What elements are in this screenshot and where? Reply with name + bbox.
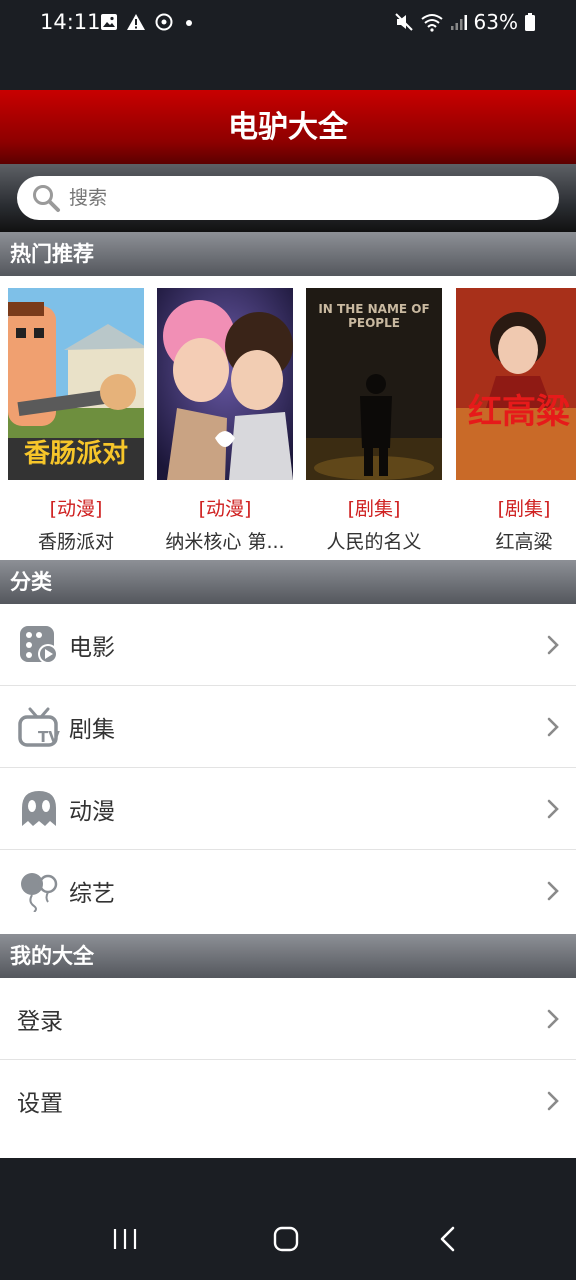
app-title-bar: 电驴大全: [0, 90, 576, 164]
login-item[interactable]: 登录: [0, 978, 576, 1060]
chevron-right-icon: [547, 1009, 559, 1029]
category-item-variety[interactable]: 综艺: [0, 850, 576, 932]
search-input[interactable]: [69, 187, 509, 209]
category-item-anime[interactable]: 动漫: [0, 768, 576, 850]
ghost-icon: [17, 787, 61, 831]
chevron-right-icon: [547, 717, 559, 737]
mine-list: 登录 设置: [0, 978, 576, 1142]
chevron-right-icon: [547, 1091, 559, 1111]
status-notification-icons: [100, 12, 196, 32]
category-label: 动漫: [69, 798, 115, 825]
wifi-icon: [420, 14, 443, 32]
status-time: 14:11: [40, 10, 101, 34]
poster-title-text: 红高粱: [468, 392, 570, 432]
hot-item-name: 红高粱: [495, 531, 553, 553]
poster-image: [157, 288, 293, 480]
search-box[interactable]: [17, 176, 559, 220]
battery-icon: [525, 13, 535, 31]
section-header-mine: 我的大全: [0, 934, 576, 978]
hot-item-type: [剧集]: [497, 498, 551, 520]
hot-item[interactable]: IN THE NAME OF PEOPLE [剧集] 人民的名义: [306, 288, 442, 554]
category-item-movie[interactable]: 电影: [0, 604, 576, 686]
poster-image: 香肠派对: [8, 288, 144, 480]
status-bar: 14:11 63%: [0, 0, 576, 48]
hot-recommend-row[interactable]: 香肠派对 [动漫] 香肠派对 [动漫] 纳米核心 第... IN THE NAM…: [0, 276, 576, 560]
settings-label: 设置: [17, 1091, 63, 1117]
status-spacer: [0, 48, 576, 90]
balloon-icon: [17, 869, 61, 913]
login-label: 登录: [17, 1008, 63, 1035]
mute-icon: [394, 13, 413, 31]
hot-item-type: [动漫]: [198, 498, 252, 520]
chevron-right-icon: [547, 881, 559, 901]
hot-item-name: 香肠派对: [37, 531, 114, 553]
hot-item[interactable]: 香肠派对 [动漫] 香肠派对: [8, 288, 144, 554]
recent-apps-icon[interactable]: [112, 1226, 138, 1252]
settings-item[interactable]: 设置: [0, 1060, 576, 1142]
chevron-right-icon: [547, 799, 559, 819]
category-item-series[interactable]: TV 剧集: [0, 686, 576, 768]
image-icon: [101, 14, 117, 30]
hot-item-type: [动漫]: [49, 498, 103, 520]
system-nav-bar: [0, 1158, 576, 1280]
dot-icon: [186, 20, 192, 26]
search-icon: [33, 185, 60, 212]
hot-item-name: 纳米核心 第...: [165, 531, 285, 553]
warning-icon: [127, 14, 145, 30]
category-label: 综艺: [69, 881, 115, 907]
hot-item-type: [剧集]: [347, 498, 401, 520]
status-system-icons: 63%: [394, 10, 536, 34]
hot-item-name: 人民的名义: [326, 531, 422, 553]
section-header-category: 分类: [0, 560, 576, 604]
home-icon[interactable]: [273, 1226, 299, 1252]
poster-title-text: 香肠派对: [23, 439, 128, 469]
poster-title-text: IN THE NAME OF PEOPLE: [318, 302, 430, 330]
category-label: 剧集: [69, 716, 115, 743]
poster-image: 红高粱: [456, 288, 576, 480]
poster-image: IN THE NAME OF PEOPLE: [306, 288, 442, 480]
back-icon[interactable]: [438, 1226, 458, 1252]
sync-icon: [155, 13, 173, 31]
section-header-hot: 热门推荐: [0, 232, 576, 276]
signal-icon: [450, 15, 467, 30]
category-label: 电影: [69, 634, 115, 661]
category-list: 电影 TV 剧集 动漫 综艺: [0, 604, 576, 932]
tv-icon: TV: [17, 705, 61, 749]
battery-percent: 63%: [473, 10, 518, 34]
app-title: 电驴大全: [228, 110, 348, 145]
hot-item[interactable]: 红高粱 [剧集] 红高粱: [456, 288, 576, 554]
film-play-icon: [17, 623, 61, 667]
chevron-right-icon: [547, 635, 559, 655]
search-bar: [0, 164, 576, 232]
hot-item[interactable]: [动漫] 纳米核心 第...: [157, 288, 293, 554]
svg-text:TV: TV: [38, 728, 60, 746]
